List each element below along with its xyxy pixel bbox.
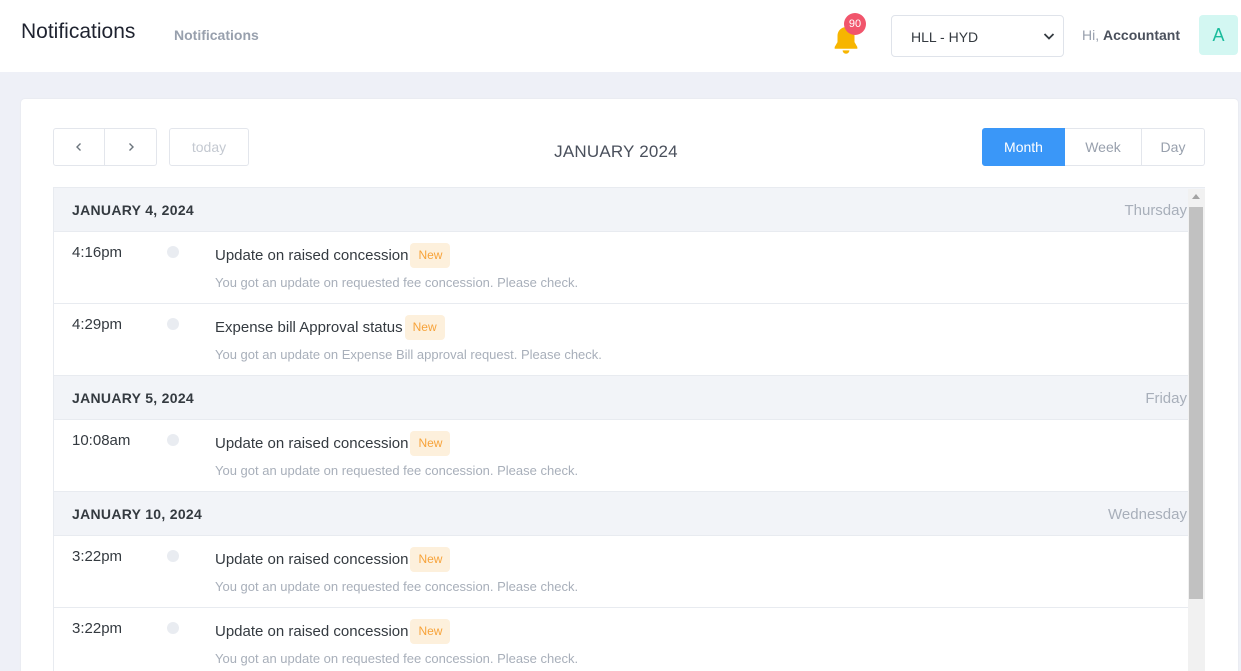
notification-item[interactable]: 3:22pm Update on raised concession New Y… [54, 536, 1205, 608]
notification-description: You got an update on requested fee conce… [215, 275, 579, 290]
branch-select-value: HLL - HYD [911, 29, 979, 45]
chevron-down-icon [1043, 33, 1055, 40]
notification-title-row: Update on raised concession New [215, 243, 451, 268]
notification-title: Update on raised concession [215, 435, 409, 452]
new-badge: New [410, 431, 451, 456]
new-badge: New [404, 315, 445, 340]
new-badge: New [410, 547, 451, 572]
breadcrumb[interactable]: Notifications [174, 27, 259, 43]
user-name: Accountant [1103, 27, 1181, 43]
status-dot [167, 318, 179, 330]
top-bar: Notifications Notifications 90 HLL - HYD… [0, 0, 1241, 72]
new-badge: New [410, 243, 451, 268]
notification-description: You got an update on requested fee conce… [215, 651, 579, 666]
status-dot [167, 622, 179, 634]
notification-list[interactable]: JANUARY 4, 2024 Thursday 4:16pm Update o… [53, 187, 1205, 671]
status-dot [167, 434, 179, 446]
user-greeting[interactable]: Hi, Accountant [1082, 27, 1180, 43]
day-header: JANUARY 10, 2024 Wednesday [54, 492, 1205, 536]
page-title: Notifications [21, 20, 136, 43]
notification-title: Update on raised concession [215, 623, 409, 640]
notification-time: 3:22pm [72, 548, 123, 565]
notification-title-row: Update on raised concession New [215, 619, 451, 644]
notifications-calendar-card: today JANUARY 2024 Month Week Day JANUAR… [21, 99, 1238, 671]
list-scrollbar[interactable] [1188, 189, 1205, 671]
notification-item[interactable]: 4:29pm Expense bill Approval status New … [54, 304, 1205, 376]
notifications-button[interactable]: 90 [829, 13, 866, 58]
notification-item[interactable]: 4:16pm Update on raised concession New Y… [54, 232, 1205, 304]
view-month-button[interactable]: Month [982, 128, 1065, 166]
notification-time: 4:16pm [72, 244, 123, 261]
day-weekday: Friday [1145, 390, 1187, 407]
notification-description: You got an update on Expense Bill approv… [215, 347, 602, 362]
avatar[interactable]: A [1199, 15, 1238, 55]
view-day-button[interactable]: Day [1142, 128, 1205, 166]
day-header: JANUARY 5, 2024 Friday [54, 376, 1205, 420]
notification-title: Expense bill Approval status [215, 319, 403, 336]
notification-title: Update on raised concession [215, 551, 409, 568]
notification-description: You got an update on requested fee conce… [215, 463, 579, 478]
new-badge: New [410, 619, 451, 644]
notification-count-badge: 90 [844, 13, 866, 35]
branch-select[interactable]: HLL - HYD [891, 15, 1064, 57]
view-switcher: Month Week Day [982, 128, 1205, 166]
day-date: JANUARY 4, 2024 [72, 202, 195, 218]
notification-title: Update on raised concession [215, 247, 409, 264]
scroll-up-arrow[interactable] [1192, 194, 1200, 199]
scroll-thumb[interactable] [1189, 207, 1203, 599]
day-weekday: Wednesday [1108, 506, 1187, 523]
notification-title-row: Update on raised concession New [215, 547, 451, 572]
status-dot [167, 550, 179, 562]
day-weekday: Thursday [1124, 202, 1187, 219]
notification-title-row: Update on raised concession New [215, 431, 451, 456]
notification-time: 3:22pm [72, 620, 123, 637]
notification-title-row: Expense bill Approval status New [215, 315, 445, 340]
greeting-prefix: Hi, [1082, 27, 1100, 43]
notification-time: 4:29pm [72, 316, 123, 333]
day-header: JANUARY 4, 2024 Thursday [54, 188, 1205, 232]
notification-description: You got an update on requested fee conce… [215, 579, 579, 594]
notification-item[interactable]: 3:22pm Update on raised concession New Y… [54, 608, 1205, 671]
notification-time: 10:08am [72, 432, 131, 449]
notification-item[interactable]: 10:08am Update on raised concession New … [54, 420, 1205, 492]
day-date: JANUARY 5, 2024 [72, 390, 195, 406]
day-date: JANUARY 10, 2024 [72, 506, 203, 522]
view-week-button[interactable]: Week [1065, 128, 1142, 166]
status-dot [167, 246, 179, 258]
